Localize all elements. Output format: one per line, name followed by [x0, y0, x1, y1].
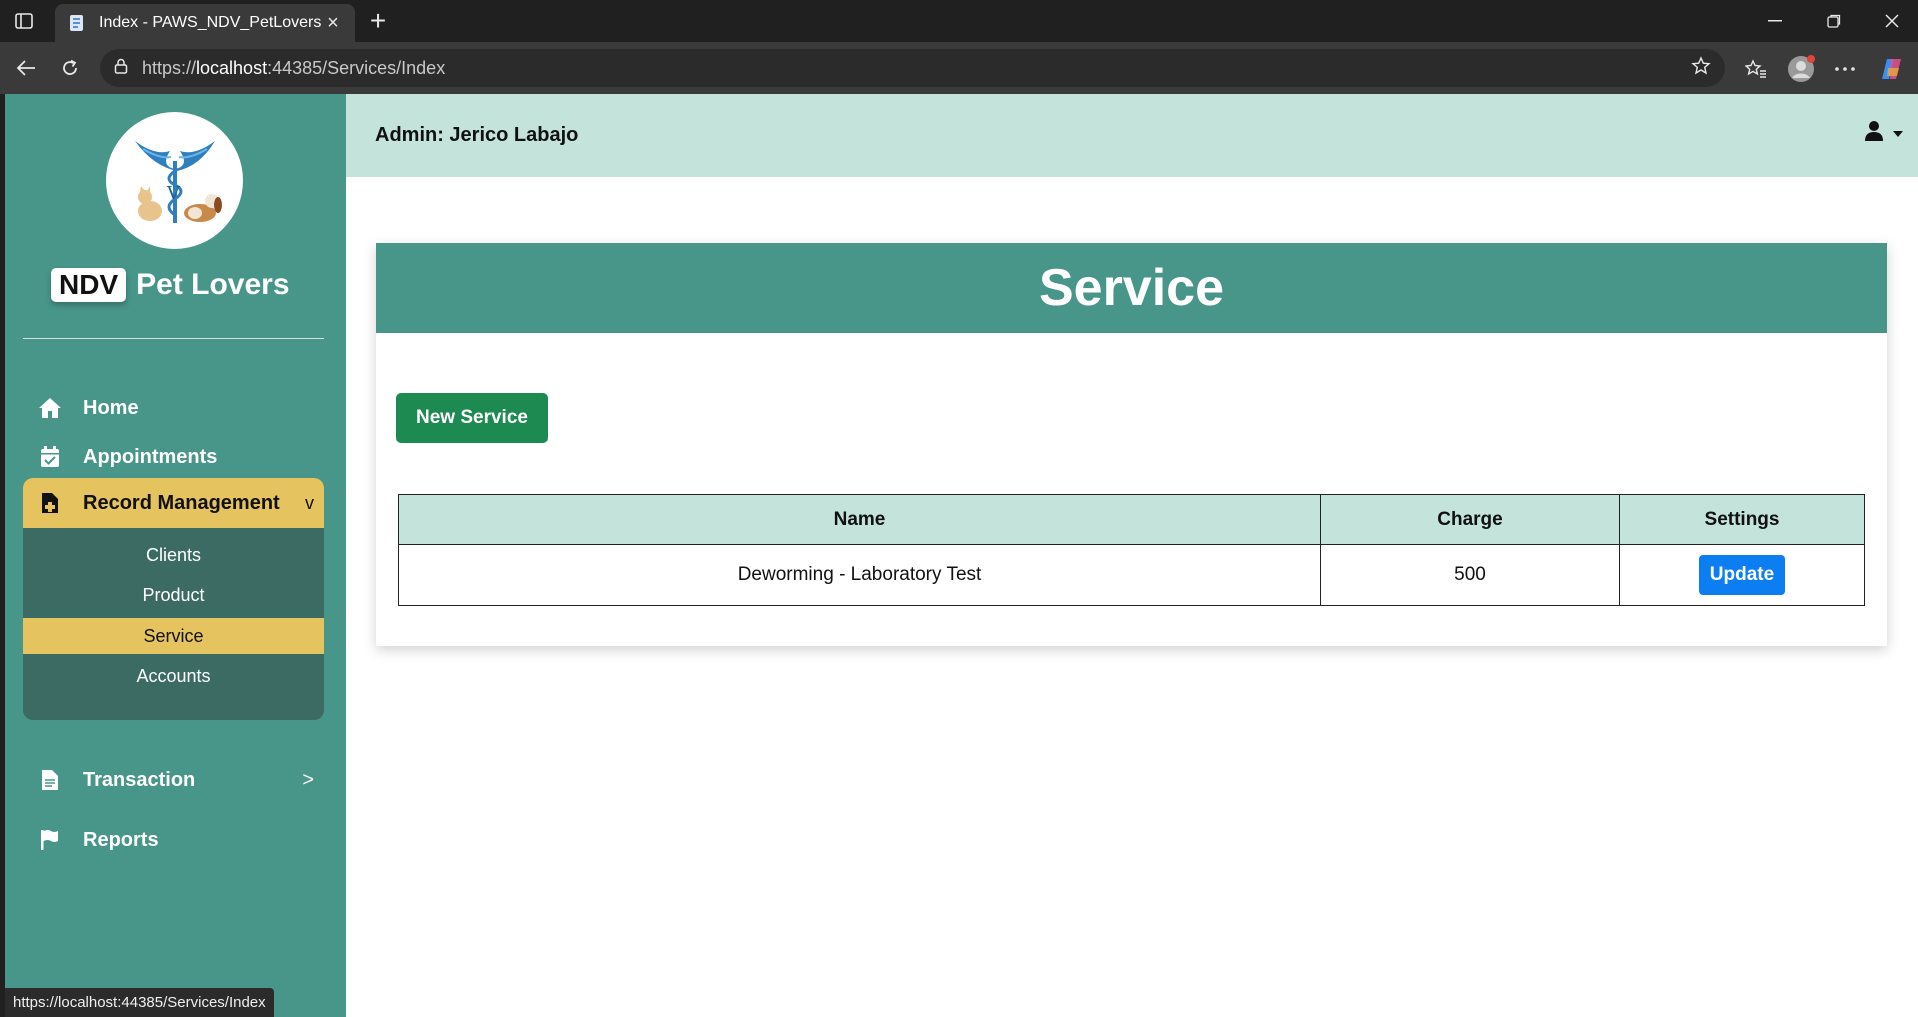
page-favicon-icon — [67, 13, 87, 33]
sidebar-item-label: Transaction — [83, 768, 196, 791]
sidebar-item-appointments[interactable]: Appointments — [23, 432, 324, 482]
clinic-logo: V — [106, 112, 243, 249]
caret-down-icon — [1892, 125, 1904, 143]
sidebar-item-transaction[interactable]: Transaction > — [23, 755, 324, 805]
tab-actions-icon[interactable] — [12, 10, 36, 32]
sub-item-product[interactable]: Product — [23, 577, 324, 613]
copilot-icon[interactable] — [1877, 54, 1907, 84]
user-menu-toggle[interactable] — [1864, 120, 1904, 147]
file-text-icon — [35, 769, 65, 791]
service-card: Service New Service Name Charge Settings… — [376, 243, 1887, 646]
browser-tab[interactable]: Index - PAWS_NDV_PetLovers × — [55, 4, 355, 42]
top-header: Admin: Jerico Labajo — [346, 94, 1918, 177]
vet-caduceus-logo-icon: V — [134, 140, 222, 223]
service-settings-cell: Update — [1619, 544, 1865, 606]
service-table: Name Charge Settings Deworming - Laborat… — [398, 494, 1865, 606]
home-icon — [35, 397, 65, 419]
new-service-button[interactable]: New Service — [396, 393, 548, 443]
address-bar[interactable]: https://localhost:44385/Services/Index — [100, 49, 1725, 87]
file-medical-icon — [35, 492, 65, 514]
page-viewport: V NDV Pet Lovers Home Appointments Recor… — [5, 94, 1918, 1017]
record-management-group: Record Management v Clients Product Serv… — [23, 478, 324, 720]
flag-icon — [35, 829, 65, 851]
tab-title: Index - PAWS_NDV_PetLovers — [99, 14, 322, 31]
link-status-tooltip: https://localhost:44385/Services/Index — [5, 988, 274, 1017]
sidebar-item-reports[interactable]: Reports — [23, 815, 324, 865]
sidebar-item-label: Reports — [83, 828, 159, 851]
user-icon — [1864, 120, 1884, 147]
svg-text:V: V — [166, 183, 181, 204]
service-name-cell: Deworming - Laboratory Test — [398, 544, 1321, 606]
minimize-icon[interactable] — [1752, 8, 1798, 34]
favorites-icon[interactable] — [1741, 54, 1771, 84]
browser-tab-bar: Index - PAWS_NDV_PetLovers × + — [0, 0, 1918, 42]
tab-close-icon[interactable]: × — [323, 12, 343, 35]
brand-badge: NDV — [51, 268, 127, 302]
brand: NDV Pet Lovers — [51, 267, 290, 303]
sub-item-accounts[interactable]: Accounts — [23, 658, 324, 694]
sidebar-item-label: Home — [83, 396, 139, 419]
more-options-icon[interactable] — [1830, 54, 1860, 84]
admin-name: Admin: Jerico Labajo — [375, 124, 579, 146]
sidebar-item-record-management[interactable]: Record Management v — [23, 478, 324, 528]
sidebar: V NDV Pet Lovers Home Appointments Recor… — [5, 94, 346, 1017]
back-icon[interactable] — [12, 54, 40, 82]
page-title: Service — [376, 243, 1887, 333]
browser-toolbar: https://localhost:44385/Services/Index — [0, 42, 1918, 94]
column-header-settings: Settings — [1619, 494, 1865, 545]
sidebar-item-label: Record Management — [83, 491, 280, 514]
sidebar-divider — [23, 338, 324, 339]
lock-icon[interactable] — [114, 58, 128, 79]
window-close-icon[interactable] — [1869, 8, 1915, 34]
favorite-star-icon[interactable] — [1691, 55, 1711, 81]
brand-name: Pet Lovers — [136, 268, 290, 301]
new-tab-icon[interactable]: + — [364, 7, 392, 36]
chevron-down-icon: v — [305, 492, 314, 513]
sidebar-item-label: Appointments — [83, 445, 218, 468]
restore-icon[interactable] — [1811, 8, 1857, 34]
profile-avatar-icon[interactable] — [1786, 54, 1816, 84]
column-header-name: Name — [398, 494, 1321, 545]
table-row: Deworming - Laboratory Test 500 Update — [398, 544, 1865, 606]
reload-icon[interactable] — [56, 54, 84, 82]
table-header-row: Name Charge Settings — [398, 494, 1865, 545]
url-text: https://localhost:44385/Services/Index — [142, 57, 446, 78]
calendar-check-icon — [35, 446, 65, 468]
service-charge-cell: 500 — [1320, 544, 1620, 606]
column-header-charge: Charge — [1320, 494, 1620, 545]
sidebar-item-home[interactable]: Home — [23, 383, 324, 433]
chevron-right-icon: > — [302, 768, 314, 791]
sub-item-clients[interactable]: Clients — [23, 537, 324, 573]
update-button[interactable]: Update — [1699, 555, 1785, 595]
sub-item-service[interactable]: Service — [23, 618, 324, 654]
